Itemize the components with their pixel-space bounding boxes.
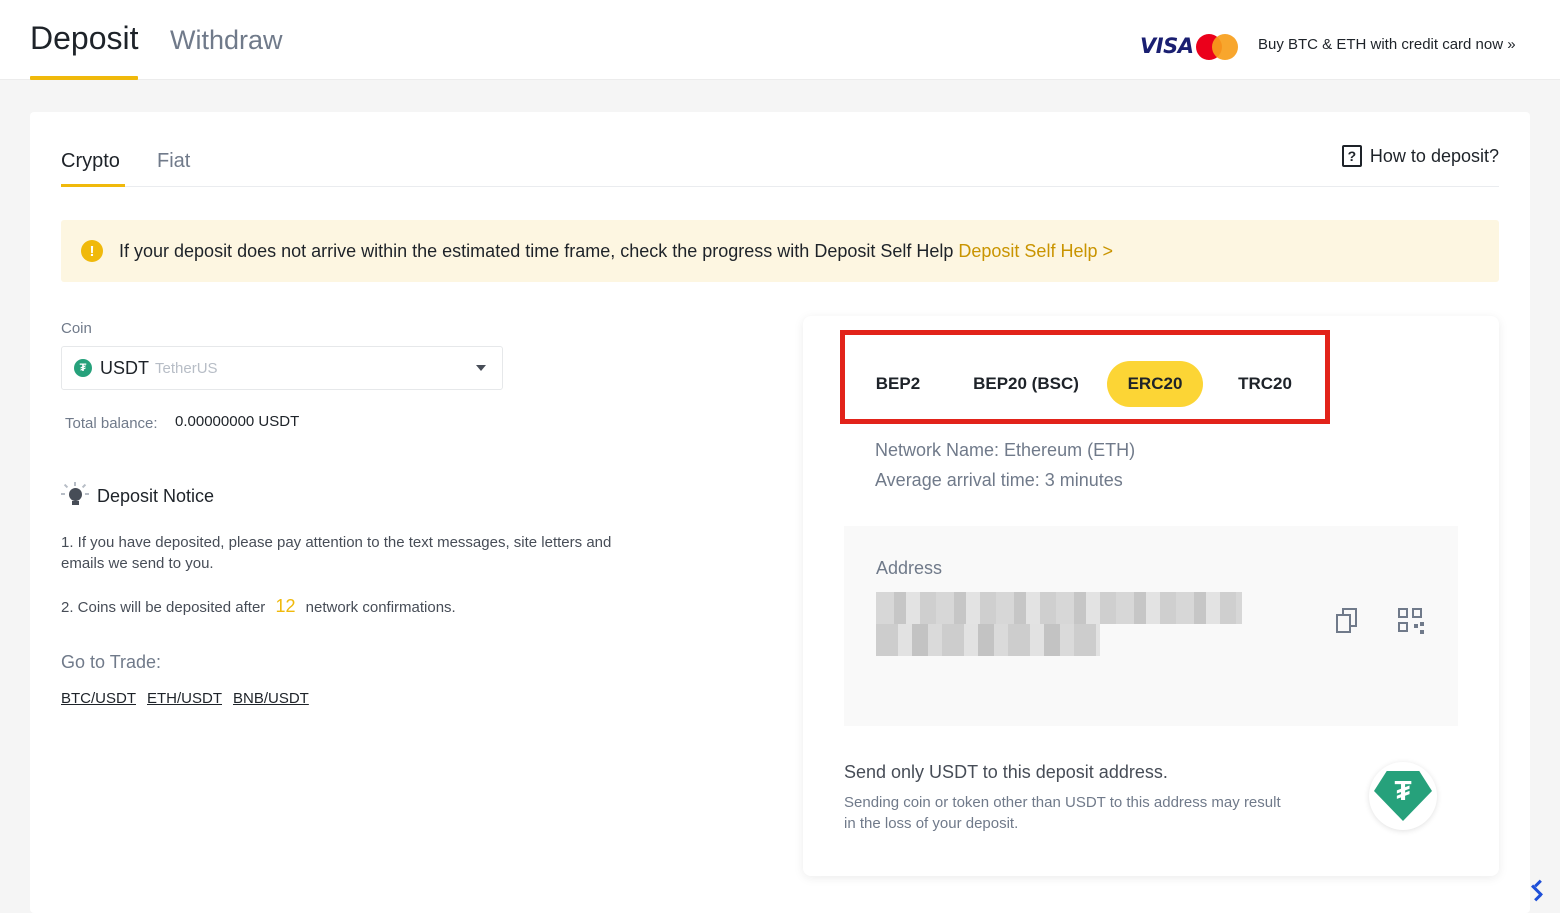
send-only-warning-title: Send only USDT to this deposit address. <box>844 762 1168 782</box>
deposit-notice-heading: Deposit Notice <box>61 482 214 510</box>
warning-icon: ! <box>81 240 103 262</box>
tab-withdraw[interactable]: Withdraw <box>170 20 283 60</box>
notice-item-1: 1. If you have deposited, please pay att… <box>61 534 612 572</box>
confirmations-count: 12 <box>275 596 296 616</box>
notice-item-2-prefix: 2. Coins will be deposited after <box>61 599 266 616</box>
deposit-address-panel: BEP2 BEP20 (BSC) ERC20 TRC20 Network Nam… <box>803 316 1499 876</box>
network-option-bep20[interactable]: BEP20 (BSC) <box>961 361 1091 407</box>
network-option-bep2[interactable]: BEP2 <box>865 361 931 407</box>
corner-logo-icon <box>1528 879 1548 902</box>
buy-with-card-link[interactable]: Buy BTC & ETH with credit card now » <box>1258 36 1516 53</box>
address-value-blurred <box>876 592 1242 658</box>
address-label: Address <box>876 558 943 578</box>
alert-message: If your deposit does not arrive within t… <box>119 240 954 261</box>
active-tab-underline <box>30 76 138 80</box>
tether-icon: ₮ <box>74 359 92 377</box>
network-name: Network Name: Ethereum (ETH) <box>875 440 1136 460</box>
total-balance-value: 0.00000000 USDT <box>175 413 300 430</box>
network-option-trc20[interactable]: TRC20 <box>1227 361 1303 407</box>
send-only-warning-desc: Sending coin or token other than USDT to… <box>844 794 1281 832</box>
mastercard-logo <box>1196 34 1238 60</box>
active-subtab-underline <box>61 184 125 187</box>
top-header: Deposit Withdraw VISA Buy BTC & ETH with… <box>0 0 1560 80</box>
tab-fiat[interactable]: Fiat <box>157 148 190 174</box>
coin-select[interactable]: ₮ USDT TetherUS <box>61 346 503 390</box>
how-to-deposit-label: How to deposit? <box>1369 145 1499 166</box>
deposit-card: Crypto Fiat ? How to deposit? ! If your … <box>30 112 1530 913</box>
lightbulb-icon <box>61 482 89 510</box>
go-to-trade-label: Go to Trade: <box>61 652 162 672</box>
tab-crypto[interactable]: Crypto <box>61 148 120 174</box>
tabs-divider <box>61 186 1499 187</box>
network-selector-highlight: BEP2 BEP20 (BSC) ERC20 TRC20 <box>840 330 1330 424</box>
trade-link-btc-usdt[interactable]: BTC/USDT <box>61 690 136 707</box>
deposit-alert-banner: ! If your deposit does not arrive within… <box>61 220 1499 282</box>
trade-link-eth-usdt[interactable]: ETH/USDT <box>147 690 222 707</box>
total-balance-label: Total balance: <box>65 415 158 432</box>
coin-name: TetherUS <box>155 359 218 377</box>
trade-link-bnb-usdt[interactable]: BNB/USDT <box>233 690 309 707</box>
how-to-deposit-link[interactable]: ? How to deposit? <box>1341 145 1499 167</box>
tab-deposit[interactable]: Deposit <box>30 18 139 58</box>
notice-item-2-suffix: network confirmations. <box>305 599 456 616</box>
mastercard-orange-circle <box>1212 34 1238 60</box>
caret-down-icon <box>476 365 486 371</box>
qr-code-icon[interactable] <box>1398 608 1424 634</box>
deposit-notice-title: Deposit Notice <box>97 485 215 506</box>
copy-icon[interactable] <box>1336 608 1358 634</box>
notice-item-2: 2. Coins will be deposited after 12 netw… <box>61 596 456 617</box>
visa-logo: VISA <box>1140 34 1194 58</box>
deposit-self-help-link[interactable]: Deposit Self Help > <box>958 241 1113 262</box>
average-arrival-time: Average arrival time: 3 minutes <box>875 470 1123 490</box>
address-box: Address <box>844 526 1458 726</box>
network-option-erc20[interactable]: ERC20 <box>1107 361 1203 407</box>
tether-logo-glyph: ₮ <box>1374 771 1432 821</box>
coin-label: Coin <box>61 320 92 337</box>
tether-logo: ₮ <box>1369 762 1437 830</box>
coin-symbol: USDT <box>100 357 149 378</box>
trade-links: BTC/USDT ETH/USDT BNB/USDT <box>61 690 309 707</box>
help-document-icon: ? <box>1341 145 1362 167</box>
